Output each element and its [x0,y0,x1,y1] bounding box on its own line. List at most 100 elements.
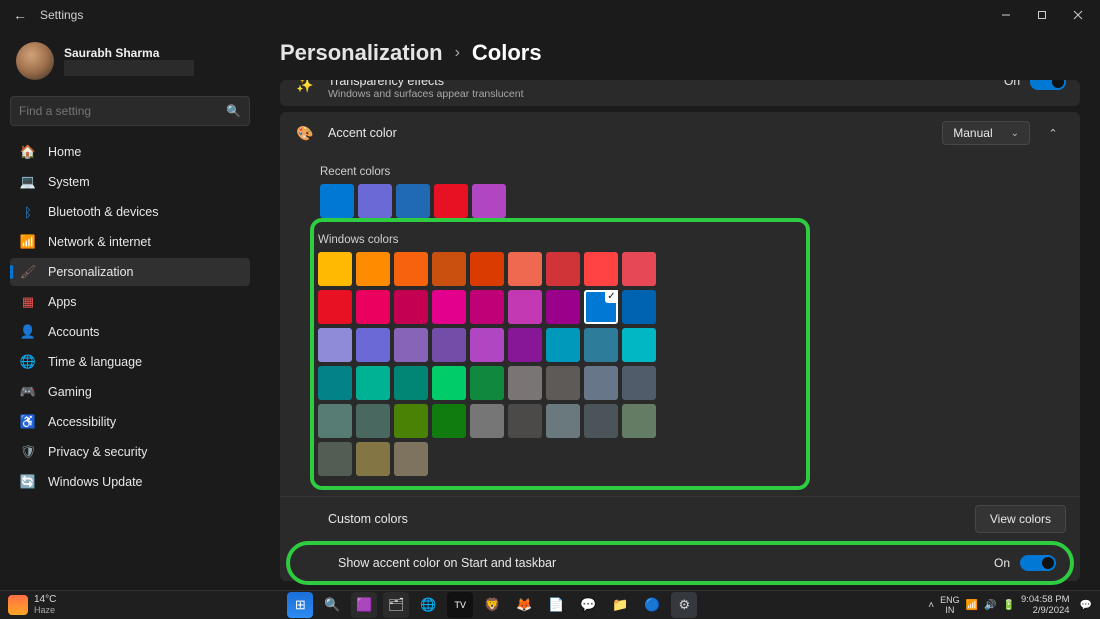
color-swatch[interactable] [432,290,466,324]
color-swatch[interactable] [394,252,428,286]
color-swatch[interactable] [508,404,542,438]
color-swatch[interactable] [432,252,466,286]
color-swatch[interactable] [434,184,468,218]
color-swatch[interactable] [356,404,390,438]
taskbar-search-button[interactable]: 🔍 [319,592,345,618]
color-swatch[interactable] [546,252,580,286]
tray-clock[interactable]: 9:04:58 PM 2/9/2024 [1021,594,1070,616]
color-swatch[interactable] [432,366,466,400]
tray-volume-icon[interactable]: 🔊 [984,600,996,611]
user-block[interactable]: Saurabh Sharma [10,36,250,92]
sidebar-item-network[interactable]: 📶Network & internet [10,228,250,256]
taskbar-firefox[interactable]: 🦊 [511,592,537,618]
color-swatch[interactable] [584,252,618,286]
color-swatch[interactable] [394,404,428,438]
color-swatch[interactable] [472,184,506,218]
maximize-button[interactable] [1024,0,1060,30]
color-swatch[interactable] [432,328,466,362]
start-button[interactable]: ⊞ [287,592,313,618]
taskbar-app-1[interactable]: 🟪 [351,592,377,618]
taskbar-chrome[interactable]: 🌐 [415,592,441,618]
color-swatch[interactable] [318,290,352,324]
search-input[interactable] [19,104,226,118]
color-swatch[interactable] [356,366,390,400]
search-input-wrap[interactable]: 🔍 [10,96,250,126]
color-swatch[interactable] [470,366,504,400]
sidebar-item-time[interactable]: 🌐Time & language [10,348,250,376]
taskbar-explorer[interactable]: 📁 [607,592,633,618]
color-swatch[interactable] [470,252,504,286]
color-swatch[interactable] [394,442,428,476]
taskbar-notes[interactable]: 📄 [543,592,569,618]
color-swatch[interactable] [318,328,352,362]
show-accent-taskbar-toggle[interactable] [1020,555,1056,571]
taskbar-app-4[interactable]: 🔵 [639,592,665,618]
color-swatch[interactable] [318,404,352,438]
color-swatch[interactable] [318,252,352,286]
color-swatch[interactable] [318,366,352,400]
sidebar-item-personalization[interactable]: 🖌Personalization [10,258,250,286]
transparency-toggle[interactable] [1030,80,1066,90]
color-swatch[interactable] [584,404,618,438]
taskbar-weather[interactable]: 14°C Haze [8,595,56,615]
color-swatch[interactable] [320,184,354,218]
sidebar-item-bluetooth[interactable]: ᛒBluetooth & devices [10,198,250,226]
sidebar-item-gaming[interactable]: 🎮Gaming [10,378,250,406]
breadcrumb-parent[interactable]: Personalization [280,40,443,66]
tray-language[interactable]: ENG IN [940,595,960,615]
color-swatch[interactable] [546,366,580,400]
color-swatch[interactable] [584,290,618,324]
taskbar[interactable]: 14°C Haze ⊞ 🔍 🟪 🗂 🌐 TV 🦁 🦊 📄 💬 📁 🔵 ⚙ ˄ E… [0,590,1100,619]
sidebar-item-system[interactable]: 💻System [10,168,250,196]
color-swatch[interactable] [622,366,656,400]
sidebar-item-accessibility[interactable]: ♿Accessibility [10,408,250,436]
color-swatch[interactable] [622,252,656,286]
taskbar-app-3[interactable]: TV [447,592,473,618]
close-button[interactable] [1060,0,1096,30]
color-swatch[interactable] [396,184,430,218]
minimize-button[interactable] [988,0,1024,30]
sidebar-item-apps[interactable]: ▦Apps [10,288,250,316]
color-swatch[interactable] [622,404,656,438]
color-swatch[interactable] [470,328,504,362]
accent-header-row[interactable]: 🎨 Accent color Manual ⌄ ⌃ [280,112,1080,154]
sidebar-item-privacy[interactable]: 🛡Privacy & security [10,438,250,466]
color-swatch[interactable] [356,252,390,286]
color-swatch[interactable] [546,404,580,438]
tray-battery-icon[interactable]: 🔋 [1003,600,1015,611]
color-swatch[interactable] [508,328,542,362]
transparency-panel[interactable]: ✨ Transparency effects Windows and surfa… [280,80,1080,106]
color-swatch[interactable] [470,290,504,324]
color-swatch[interactable] [508,366,542,400]
color-swatch[interactable] [584,366,618,400]
color-swatch[interactable] [584,328,618,362]
taskbar-settings[interactable]: ⚙ [671,592,697,618]
tray-notifications-icon[interactable]: 💬 [1080,600,1092,611]
sidebar-item-update[interactable]: 🔄Windows Update [10,468,250,496]
taskbar-whatsapp[interactable]: 💬 [575,592,601,618]
sidebar-item-home[interactable]: 🏠Home [10,138,250,166]
color-swatch[interactable] [356,442,390,476]
back-button[interactable]: ← [4,7,36,23]
color-swatch[interactable] [508,290,542,324]
accent-mode-dropdown[interactable]: Manual ⌄ [942,121,1030,145]
color-swatch[interactable] [546,328,580,362]
show-accent-taskbar-row[interactable]: Show accent color on Start and taskbar O… [290,545,1070,581]
color-swatch[interactable] [394,290,428,324]
color-swatch[interactable] [470,404,504,438]
color-swatch[interactable] [394,366,428,400]
color-swatch[interactable] [432,404,466,438]
sidebar-item-accounts[interactable]: 👤Accounts [10,318,250,346]
color-swatch[interactable] [394,328,428,362]
color-swatch[interactable] [546,290,580,324]
color-swatch[interactable] [356,290,390,324]
collapse-button[interactable]: ⌃ [1040,120,1066,146]
taskbar-brave[interactable]: 🦁 [479,592,505,618]
view-colors-button[interactable]: View colors [975,505,1066,533]
color-swatch[interactable] [508,252,542,286]
color-swatch[interactable] [318,442,352,476]
color-swatch[interactable] [622,290,656,324]
tray-expand-icon[interactable]: ˄ [928,600,934,611]
system-tray[interactable]: ˄ ENG IN 📶 🔊 🔋 9:04:58 PM 2/9/2024 💬 [928,594,1092,616]
color-swatch[interactable] [622,328,656,362]
